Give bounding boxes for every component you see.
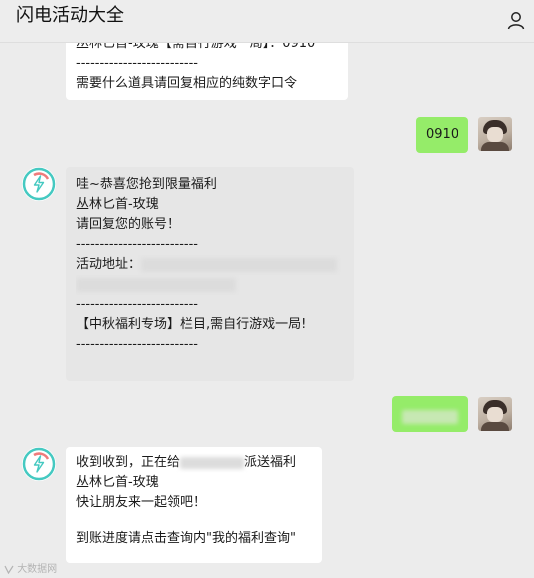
message-line (76, 275, 344, 295)
redacted-link[interactable] (76, 277, 236, 292)
message-line: 哇~恭喜您抢到限量福利 (76, 177, 217, 192)
redacted-text (402, 409, 458, 424)
lightning-logo-icon[interactable] (22, 167, 56, 201)
chat-title: 闪电活动大全 (16, 5, 124, 26)
message-line: -------------------------- (76, 337, 198, 352)
lightning-logo-icon[interactable] (22, 447, 56, 481)
watermark-logo-icon (4, 565, 14, 574)
message-bubble-user[interactable] (392, 396, 468, 432)
message-line: -------------------------- (76, 297, 198, 312)
redacted-link[interactable] (141, 257, 338, 272)
message-line: 需要什么道具请回复相应的纯数字口令 (76, 76, 298, 91)
message-bubble-bot[interactable]: 哇~恭喜您抢到限量福利 丛林匕首-玫瑰 请回复您的账号！ -----------… (66, 167, 354, 381)
message-line: -------------------------- (76, 56, 198, 71)
watermark: 大数据网 (4, 560, 57, 575)
message-line: 丛林匕首-玫瑰 (76, 197, 159, 212)
user-avatar[interactable] (478, 117, 512, 151)
activity-address-label: 活动地址： (76, 257, 142, 272)
message-bubble-user[interactable]: 0910 (416, 117, 468, 153)
message-line: 0910 (426, 127, 458, 142)
redacted-account (180, 456, 245, 469)
person-icon[interactable] (506, 10, 526, 30)
message-line: -------------------------- (76, 237, 198, 252)
message-line (76, 513, 312, 529)
chat-header: 闪电活动大全 (0, 0, 534, 43)
message-line: 收到收到，正在给 派送福利 (76, 455, 297, 470)
user-avatar[interactable] (478, 397, 512, 431)
message-line: 丛林匕首-玫瑰 (76, 475, 159, 490)
message-line: 到账进度请点击查询内"我的福利查询" (76, 531, 296, 546)
message-line: 请回复您的账号！ (76, 217, 181, 232)
message-line: 【中秋福利专场】栏目,需自行游戏一局! (76, 317, 307, 332)
message-line: 活动地址： (76, 255, 344, 275)
message-bubble-bot[interactable]: 收到收到，正在给 派送福利 丛林匕首-玫瑰 快让朋友来一起领吧！ 到账进度请点击查… (66, 447, 322, 563)
message-line: 快让朋友来一起领吧！ (76, 495, 207, 510)
